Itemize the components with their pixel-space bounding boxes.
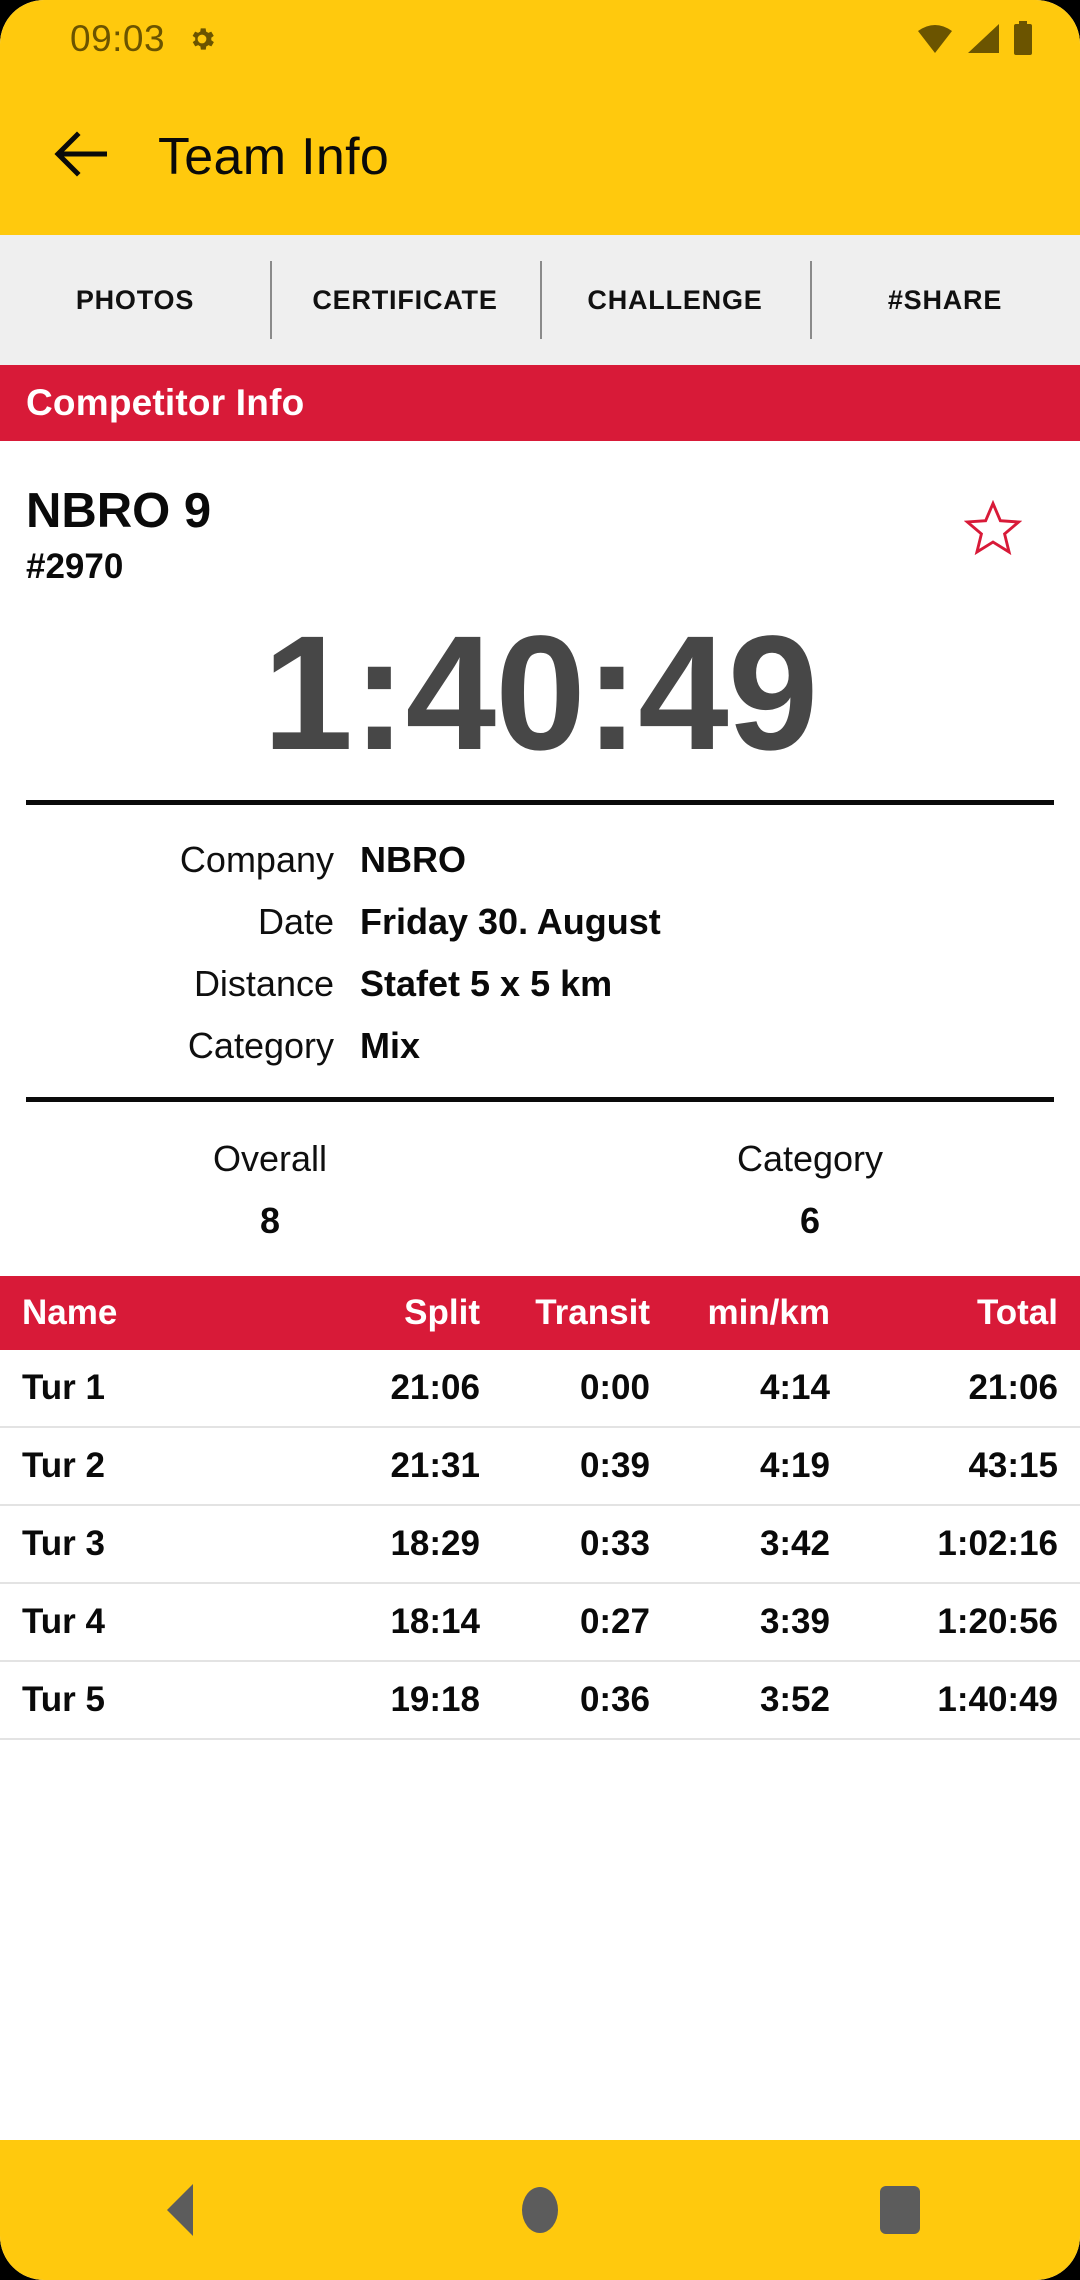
status-bar-left: 09:03 xyxy=(70,18,217,60)
cell-name: Tur 1 xyxy=(22,1368,105,1408)
column-header-split: Split xyxy=(404,1293,480,1333)
cell-split: 18:14 xyxy=(390,1602,480,1642)
section-banner-title: Competitor Info xyxy=(26,382,305,423)
status-bar-right xyxy=(916,21,1034,57)
cellular-signal-icon xyxy=(965,22,1001,56)
table-row[interactable]: Tur 3 18:29 0:33 3:42 1:02:16 xyxy=(0,1506,1080,1585)
cell-split: 21:31 xyxy=(390,1446,480,1486)
gear-icon xyxy=(187,24,217,54)
cell-name: Tur 4 xyxy=(22,1602,105,1642)
rank-overall: Overall 8 xyxy=(0,1138,540,1242)
phone-screen: 09:03 Team Info PHOTOS CERTIFICATE CHALL… xyxy=(0,0,1080,2280)
info-label: Distance xyxy=(193,963,334,1005)
column-header-transit: Transit xyxy=(535,1293,650,1333)
cell-pace: 4:19 xyxy=(759,1446,830,1486)
competitor-header: NBRO 9 #2970 xyxy=(0,441,1080,587)
rank-value: 6 xyxy=(799,1200,821,1242)
tab-photos[interactable]: PHOTOS xyxy=(0,235,270,365)
android-navigation-bar xyxy=(0,2140,1080,2280)
cell-pace: 4:14 xyxy=(759,1368,830,1408)
info-row-date: Date Friday 30. August xyxy=(0,901,1080,943)
nav-recents-square-icon xyxy=(880,2186,920,2234)
cell-name: Tur 2 xyxy=(22,1446,105,1486)
page-title: Team Info xyxy=(158,127,390,186)
info-value: Stafet 5 x 5 km xyxy=(360,963,613,1005)
rank-label: Category xyxy=(736,1138,884,1180)
nav-back-triangle-icon xyxy=(167,2184,193,2236)
cell-name: Tur 3 xyxy=(22,1524,105,1564)
cell-pace: 3:52 xyxy=(759,1680,830,1720)
cell-transit: 0:00 xyxy=(579,1368,650,1408)
arrow-left-icon xyxy=(53,131,111,182)
tab-bar: PHOTOS CERTIFICATE CHALLENGE #SHARE xyxy=(0,235,1080,365)
info-label: Company xyxy=(179,839,334,881)
nav-recents-button[interactable] xyxy=(825,2140,975,2280)
table-row[interactable]: Tur 4 18:14 0:27 3:39 1:20:56 xyxy=(0,1584,1080,1663)
cell-split: 19:18 xyxy=(390,1680,480,1720)
nav-home-circle-icon xyxy=(522,2187,558,2233)
info-row-company: Company NBRO xyxy=(0,839,1080,881)
cell-transit: 0:27 xyxy=(579,1602,650,1642)
info-label: Date xyxy=(257,901,334,943)
nav-home-button[interactable] xyxy=(465,2140,615,2280)
star-outline-icon xyxy=(963,499,1023,560)
column-header-pace: min/km xyxy=(707,1293,830,1333)
cell-pace: 3:42 xyxy=(759,1524,830,1564)
rank-label: Overall xyxy=(212,1138,328,1180)
info-row-category: Category Mix xyxy=(0,1025,1080,1067)
competitor-bib-number: #2970 xyxy=(26,547,124,587)
cell-name: Tur 5 xyxy=(22,1680,105,1720)
back-button[interactable] xyxy=(34,109,130,205)
finish-time: 1:40:49 xyxy=(262,601,819,785)
status-bar-clock: 09:03 xyxy=(70,18,166,59)
info-row-distance: Distance Stafet 5 x 5 km xyxy=(0,963,1080,1005)
cell-total: 21:06 xyxy=(968,1368,1058,1408)
info-value: Friday 30. August xyxy=(360,901,661,943)
cell-split: 18:29 xyxy=(390,1524,480,1564)
cell-transit: 0:36 xyxy=(579,1680,650,1720)
rank-value: 8 xyxy=(259,1200,281,1242)
cell-transit: 0:33 xyxy=(579,1524,650,1564)
splits-table-header: Name Split Transit min/km Total xyxy=(0,1276,1080,1351)
app-bar: Team Info xyxy=(0,78,1080,235)
cell-total: 1:20:56 xyxy=(937,1602,1058,1642)
tab-certificate[interactable]: CERTIFICATE xyxy=(270,235,540,365)
competitor-identity: NBRO 9 #2970 xyxy=(26,484,964,587)
info-value: Mix xyxy=(360,1025,421,1067)
cell-total: 43:15 xyxy=(968,1446,1058,1486)
favorite-button[interactable] xyxy=(963,499,1023,561)
info-label: Category xyxy=(187,1025,334,1067)
tab-challenge[interactable]: CHALLENGE xyxy=(540,235,810,365)
cell-total: 1:02:16 xyxy=(937,1524,1058,1564)
splits-table-body: Tur 1 21:06 0:00 4:14 21:06 Tur 2 21:31 … xyxy=(0,1350,1080,1741)
nav-back-button[interactable] xyxy=(105,2140,255,2280)
cell-split: 21:06 xyxy=(390,1368,480,1408)
column-header-total: Total xyxy=(976,1293,1058,1333)
cell-pace: 3:39 xyxy=(759,1602,830,1642)
cell-transit: 0:39 xyxy=(579,1446,650,1486)
table-row[interactable]: Tur 2 21:31 0:39 4:19 43:15 xyxy=(0,1428,1080,1507)
info-value: NBRO xyxy=(360,839,466,881)
rank-category: Category 6 xyxy=(540,1138,1080,1242)
status-bar: 09:03 xyxy=(0,0,1080,78)
table-row[interactable]: Tur 5 19:18 0:36 3:52 1:40:49 xyxy=(0,1662,1080,1741)
rank-summary: Overall 8 Category 6 xyxy=(0,1102,1080,1276)
competitor-name: NBRO 9 xyxy=(26,484,212,538)
battery-icon xyxy=(1012,21,1034,57)
section-banner: Competitor Info xyxy=(0,365,1080,441)
wifi-icon xyxy=(916,22,954,56)
tab-share[interactable]: #SHARE xyxy=(810,235,1080,365)
column-header-name: Name xyxy=(22,1293,118,1333)
info-table: Company NBRO Date Friday 30. August Dist… xyxy=(0,805,1080,1097)
cell-total: 1:40:49 xyxy=(937,1680,1058,1720)
table-row[interactable]: Tur 1 21:06 0:00 4:14 21:06 xyxy=(0,1350,1080,1429)
